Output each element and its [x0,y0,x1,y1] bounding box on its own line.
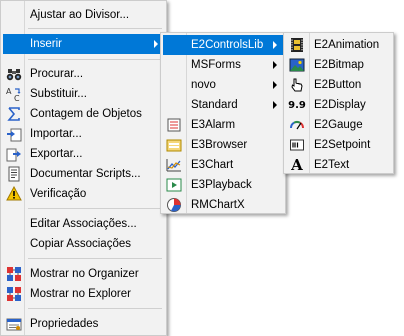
submenu-item-e2animation[interactable]: E2Animation [286,35,391,55]
menu-separator [28,308,162,309]
menu-item-mostrar-organizer[interactable]: Mostrar no Organizer [3,264,164,284]
film-icon [289,37,305,53]
menu-item-inserir[interactable]: Inserir [3,34,164,54]
menu-item-editar-associacoes[interactable]: Editar Associações... [3,214,164,234]
explorer-icon [6,286,22,302]
menu-item-contagem-objetos[interactable]: Contagem de Objetos [3,104,164,124]
pointer-hand-icon [289,77,305,93]
submenu-item-e2display[interactable]: 9.9 E2Display [286,95,391,115]
submenu-arrow-icon [154,40,158,48]
submenu-arrow-icon [273,61,277,69]
menu-item-substituir[interactable]: A C Substituir... [3,84,164,104]
menu-separator [28,258,162,259]
warning-icon [6,186,22,202]
menu-item-mostrar-explorer[interactable]: Mostrar no Explorer [3,284,164,304]
submenu-item-msforms[interactable]: MSForms [163,55,283,75]
display-value-icon: 9.9 [288,99,306,111]
svg-text:C: C [14,94,20,102]
bitmap-icon [289,57,305,73]
menu-separator [28,208,162,209]
submenu-item-e2controlslib[interactable]: E2ControlsLib [163,35,283,55]
submenu-item-e3alarm[interactable]: E3Alarm [163,115,283,135]
inserir-submenu: E2ControlsLib MSForms novo Standard E3Al… [160,32,286,214]
submenu-item-e2button[interactable]: E2Button [286,75,391,95]
submenu-item-e3browser[interactable]: E3Browser [163,135,283,155]
menu-separator [28,59,162,60]
submenu-arrow-icon [273,41,277,49]
e2controlslib-submenu: E2Animation E2Bitmap E2Button 9.9 E2Disp… [283,32,394,174]
svg-text:A: A [6,87,12,96]
menu-item-copiar-associacoes[interactable]: Copiar Associações [3,234,164,254]
submenu-arrow-icon [273,101,277,109]
rmchart-icon [166,197,182,213]
menu-item-procurar[interactable]: Procurar... [3,64,164,84]
gauge-icon [289,117,305,133]
import-icon [6,126,22,142]
menu-item-ajustar-divisor[interactable]: Ajustar ao Divisor... [3,5,164,25]
browser-icon [166,137,182,153]
alarm-icon [166,117,182,133]
submenu-item-rmchartx[interactable]: RMChartX [163,195,283,215]
binoculars-icon [6,66,22,82]
document-icon [6,166,22,182]
setpoint-icon [289,137,305,153]
organizer-icon [6,266,22,282]
submenu-item-e2text[interactable]: A E2Text [286,155,391,175]
submenu-item-e2setpoint[interactable]: E2Setpoint [286,135,391,155]
submenu-arrow-icon [273,81,277,89]
submenu-item-e3chart[interactable]: E3Chart [163,155,283,175]
chart-icon [166,157,182,173]
submenu-item-novo[interactable]: novo [163,75,283,95]
context-menu: Ajustar ao Divisor... Inserir Procurar..… [0,0,167,336]
menu-item-importar[interactable]: Importar... [3,124,164,144]
menu-item-verificacao[interactable]: Verificação [3,184,164,204]
text-icon: A [291,156,303,174]
sigma-icon [6,106,22,122]
submenu-item-standard[interactable]: Standard [163,95,283,115]
submenu-item-e2bitmap[interactable]: E2Bitmap [286,55,391,75]
replace-icon: A C [6,86,22,102]
playback-icon [166,177,182,193]
export-icon [6,146,22,162]
menu-item-propriedades[interactable]: Propriedades [3,314,164,334]
submenu-item-e3playback[interactable]: E3Playback [163,175,283,195]
menu-item-exportar[interactable]: Exportar... [3,144,164,164]
menu-item-documentar-scripts[interactable]: Documentar Scripts... [3,164,164,184]
submenu-item-e2gauge[interactable]: E2Gauge [286,115,391,135]
menu-separator [28,28,162,29]
properties-icon [6,316,22,332]
